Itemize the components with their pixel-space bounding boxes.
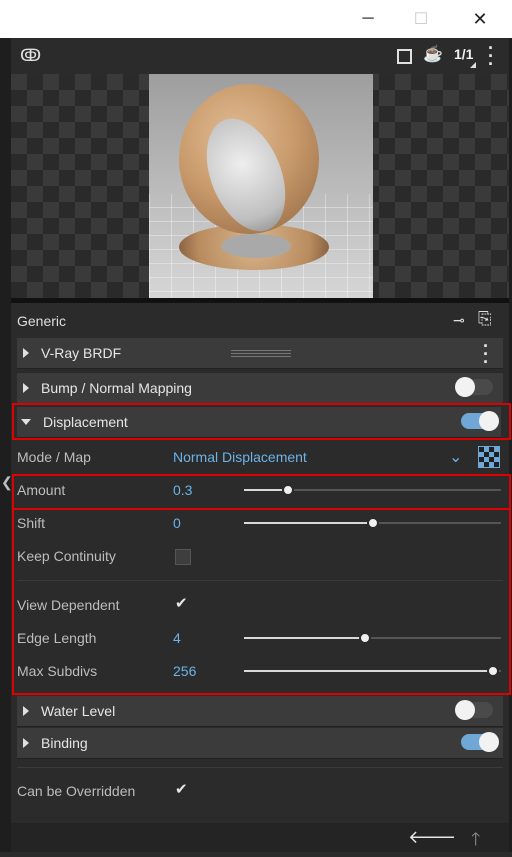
ratio-dropdown-icon[interactable] <box>470 62 476 68</box>
teapot-icon[interactable]: ☕ <box>423 44 443 64</box>
rollout-bump[interactable]: Bump / Normal Mapping <box>17 373 503 404</box>
expand-chevron-icon <box>23 738 29 748</box>
rollout-binding[interactable]: Binding <box>17 728 503 759</box>
binding-toggle[interactable] <box>461 732 499 752</box>
expand-chevron-icon <box>23 706 29 716</box>
rollout-label: Bump / Normal Mapping <box>41 380 192 396</box>
toggle-knob <box>455 377 475 397</box>
rollout-label: Binding <box>41 735 88 751</box>
drag-grip-icon[interactable] <box>231 349 291 357</box>
toggle-knob <box>479 732 499 752</box>
bottom-toolbar: 🡐 🡑 <box>11 823 509 852</box>
rollout-menu-icon[interactable]: · · · <box>483 337 489 371</box>
region-square-icon[interactable] <box>397 49 412 64</box>
highlight-box-amount <box>12 474 511 510</box>
add-layer-icon[interactable]: ⎘ <box>478 309 492 329</box>
up-arrow-icon[interactable]: 🡑 <box>471 827 480 857</box>
preview-divider <box>11 298 509 303</box>
back-arrow-icon[interactable]: 🡐 <box>408 827 456 848</box>
material-preview <box>11 74 509 298</box>
left-edge: ❮ <box>0 38 13 852</box>
texture-map-button[interactable] <box>478 446 500 468</box>
collapse-left-icon[interactable]: ❮ <box>1 474 13 491</box>
maximize-button[interactable]: ☐ <box>398 0 444 38</box>
rollout-vray-brdf[interactable]: V-Ray BRDF · · · <box>17 337 503 371</box>
expand-chevron-icon <box>23 348 29 358</box>
pin-icon[interactable]: ⊸ <box>453 312 465 329</box>
preview-render-image <box>149 74 373 298</box>
highlight-box-params <box>12 508 511 695</box>
rollout-label: V-Ray BRDF <box>41 345 122 361</box>
mode-select[interactable]: Normal Displacement <box>173 449 307 465</box>
param-label: Can be Overridden <box>17 783 136 799</box>
rollout-label: Water Level <box>41 703 116 719</box>
param-mode-map: Mode / Map Normal Displacement ⌄ <box>17 442 503 472</box>
expand-chevron-icon <box>23 383 29 393</box>
toggle-knob <box>455 700 475 720</box>
vray-logo-icon: ↂ <box>20 46 42 65</box>
minimize-button[interactable]: ─ <box>345 0 391 38</box>
param-label: Mode / Map <box>17 449 91 465</box>
ratio-button[interactable]: 1/1 <box>454 46 473 62</box>
water-level-toggle[interactable] <box>455 700 493 720</box>
preview-menu-icon[interactable]: · · · <box>488 39 494 73</box>
divider <box>17 767 503 768</box>
bump-toggle[interactable] <box>455 377 493 397</box>
param-can-be-overridden: Can be Overridden <box>17 776 503 806</box>
preview-toolbar: ↂ ☕ 1/1 · · · <box>11 38 509 74</box>
close-button[interactable]: ✕ <box>457 0 503 38</box>
can-be-overridden-checkbox[interactable] <box>175 780 189 798</box>
rollout-water-level[interactable]: Water Level <box>17 696 503 727</box>
section-title: Generic <box>17 313 67 329</box>
chevron-down-icon[interactable]: ⌄ <box>449 447 462 467</box>
highlight-box-displacement <box>12 403 511 440</box>
window-titlebar: ─ ☐ ✕ <box>0 0 512 38</box>
base-inner <box>221 234 291 258</box>
